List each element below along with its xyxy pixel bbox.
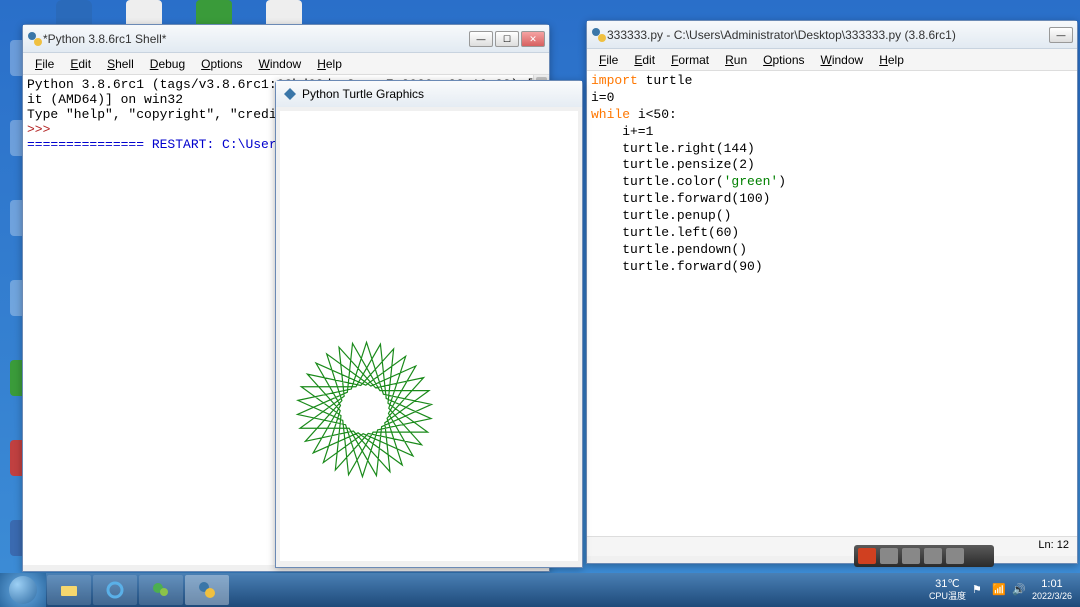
menu-edit[interactable]: Edit <box>626 51 663 69</box>
flag-icon[interactable]: ⚑ <box>972 583 986 597</box>
start-button[interactable] <box>0 573 46 607</box>
menu-help[interactable]: Help <box>871 51 912 69</box>
system-tray: 31℃ CPU温度 ⚑ 📶 🔊 1:01 2022/3/26 <box>929 578 1080 602</box>
clock[interactable]: 1:01 2022/3/26 <box>1032 578 1072 602</box>
shell-titlebar[interactable]: *Python 3.8.6rc1 Shell* — ☐ ✕ <box>23 25 549 53</box>
shell-title: *Python 3.8.6rc1 Shell* <box>43 32 469 46</box>
ime-logo-icon[interactable] <box>858 548 876 564</box>
menu-help[interactable]: Help <box>309 55 350 73</box>
editor-code[interactable]: import turtle i=0 while i<50: i+=1 turtl… <box>587 71 1077 536</box>
ime-settings-icon[interactable] <box>924 548 942 564</box>
editor-title: 333333.py - C:\Users\Administrator\Deskt… <box>607 28 1049 42</box>
folder-icon <box>59 580 79 600</box>
ime-mode-icon[interactable] <box>880 548 898 564</box>
ie-icon <box>105 580 125 600</box>
turtle-title: Python Turtle Graphics <box>302 87 424 101</box>
menu-edit[interactable]: Edit <box>62 55 99 73</box>
menu-debug[interactable]: Debug <box>142 55 193 73</box>
menu-shell[interactable]: Shell <box>99 55 142 73</box>
close-button[interactable]: ✕ <box>521 31 545 47</box>
editor-titlebar[interactable]: 333333.py - C:\Users\Administrator\Deskt… <box>587 21 1077 49</box>
editor-menubar: File Edit Format Run Options Window Help <box>587 49 1077 71</box>
taskbar-item-explorer[interactable] <box>47 575 91 605</box>
taskbar: 31℃ CPU温度 ⚑ 📶 🔊 1:01 2022/3/26 <box>0 573 1080 607</box>
menu-options[interactable]: Options <box>193 55 250 73</box>
shell-menubar: File Edit Shell Debug Options Window Hel… <box>23 53 549 75</box>
menu-window[interactable]: Window <box>813 51 872 69</box>
editor-statusbar: Ln: 12 <box>587 536 1077 556</box>
python-icon <box>282 86 298 102</box>
windows-logo-icon <box>9 576 37 604</box>
wechat-icon <box>151 580 171 600</box>
idle-editor-window: 333333.py - C:\Users\Administrator\Deskt… <box>586 20 1078 564</box>
taskbar-item-wechat[interactable] <box>139 575 183 605</box>
menu-run[interactable]: Run <box>717 51 755 69</box>
turtle-graphics-window: Python Turtle Graphics <box>275 80 583 568</box>
ime-menu-icon[interactable] <box>946 548 964 564</box>
taskbar-item-python[interactable] <box>185 575 229 605</box>
maximize-button[interactable]: ☐ <box>495 31 519 47</box>
cpu-temp-widget[interactable]: 31℃ CPU温度 <box>929 578 966 602</box>
python-icon <box>27 31 43 47</box>
volume-icon[interactable]: 🔊 <box>1012 583 1026 597</box>
minimize-button[interactable]: — <box>469 31 493 47</box>
menu-file[interactable]: File <box>591 51 626 69</box>
ime-keyboard-icon[interactable] <box>902 548 920 564</box>
turtle-canvas <box>280 111 578 561</box>
python-icon <box>197 580 217 600</box>
menu-window[interactable]: Window <box>251 55 310 73</box>
menu-options[interactable]: Options <box>755 51 812 69</box>
taskbar-item-ie[interactable] <box>93 575 137 605</box>
turtle-titlebar[interactable]: Python Turtle Graphics <box>276 81 582 107</box>
menu-format[interactable]: Format <box>663 51 717 69</box>
network-icon[interactable]: 📶 <box>992 583 1006 597</box>
line-number-indicator: Ln: 12 <box>1038 539 1069 551</box>
python-icon <box>591 27 607 43</box>
minimize-button[interactable]: — <box>1049 27 1073 43</box>
ime-language-bar[interactable] <box>854 545 994 567</box>
menu-file[interactable]: File <box>27 55 62 73</box>
